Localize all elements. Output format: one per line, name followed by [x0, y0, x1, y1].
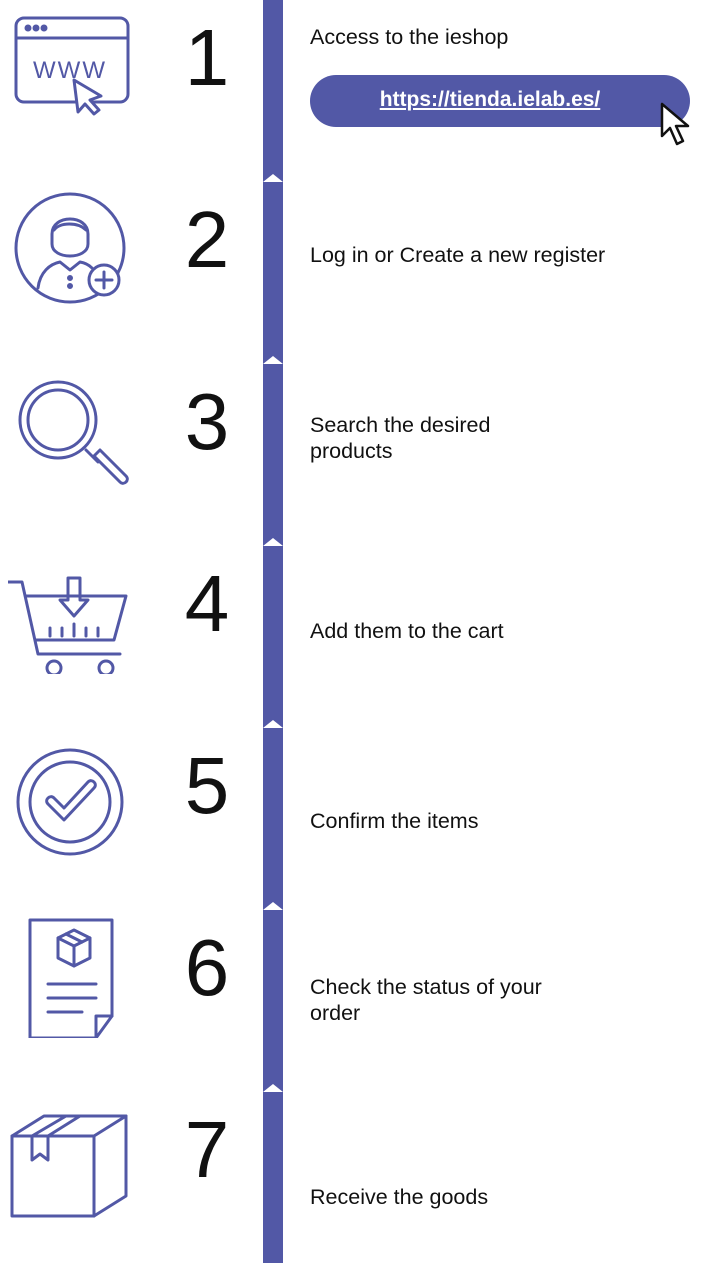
cart-download-icon — [8, 550, 132, 674]
step-text: Access to the ieshop — [310, 25, 509, 49]
timeline-segment — [263, 910, 283, 1092]
timeline-segment — [263, 182, 283, 364]
browser-www-icon: WWW — [8, 4, 132, 128]
shop-link[interactable]: https://tienda.ielab.es/ — [310, 88, 670, 112]
step-6: 6 Check the status of your order — [0, 910, 701, 1092]
step-text: Confirm the items — [310, 809, 479, 833]
step-3: 3 Search the desired products — [0, 364, 701, 546]
shop-link-button[interactable]: https://tienda.ielab.es/ — [310, 75, 690, 127]
check-circle-icon — [8, 732, 132, 856]
step-number: 7 — [184, 1105, 230, 1194]
step-number: 2 — [184, 195, 230, 284]
timeline-segment — [263, 728, 283, 910]
order-document-icon — [8, 914, 132, 1038]
step-number: 3 — [184, 377, 230, 466]
step-4: 4 Add them to the cart — [0, 546, 701, 728]
step-text: Search the desired products — [310, 413, 491, 463]
step-2: 2 Log in or Create a new register — [0, 182, 701, 364]
timeline-segment — [263, 546, 283, 728]
step-5: 5 Confirm the items — [0, 728, 701, 910]
timeline-segment — [263, 364, 283, 546]
user-add-icon — [8, 186, 132, 310]
step-text: Check the status of your order — [310, 975, 542, 1025]
step-number: 4 — [184, 559, 230, 648]
package-box-icon — [8, 1096, 132, 1220]
step-text: Log in or Create a new register — [310, 243, 606, 267]
step-number: 1 — [184, 13, 230, 102]
svg-text:WWW: WWW — [33, 57, 107, 84]
step-7: 7 Receive the goods — [0, 1092, 701, 1274]
timeline-segment — [263, 0, 283, 182]
step-1: WWW 1 Access to the ieshop https://tiend… — [0, 0, 701, 182]
magnifier-icon — [8, 368, 132, 492]
step-text: Add them to the cart — [310, 619, 504, 643]
cursor-icon — [658, 100, 698, 150]
timeline-segment — [263, 1092, 283, 1263]
step-number: 6 — [184, 923, 230, 1012]
step-number: 5 — [184, 741, 230, 830]
step-text: Receive the goods — [310, 1185, 489, 1209]
